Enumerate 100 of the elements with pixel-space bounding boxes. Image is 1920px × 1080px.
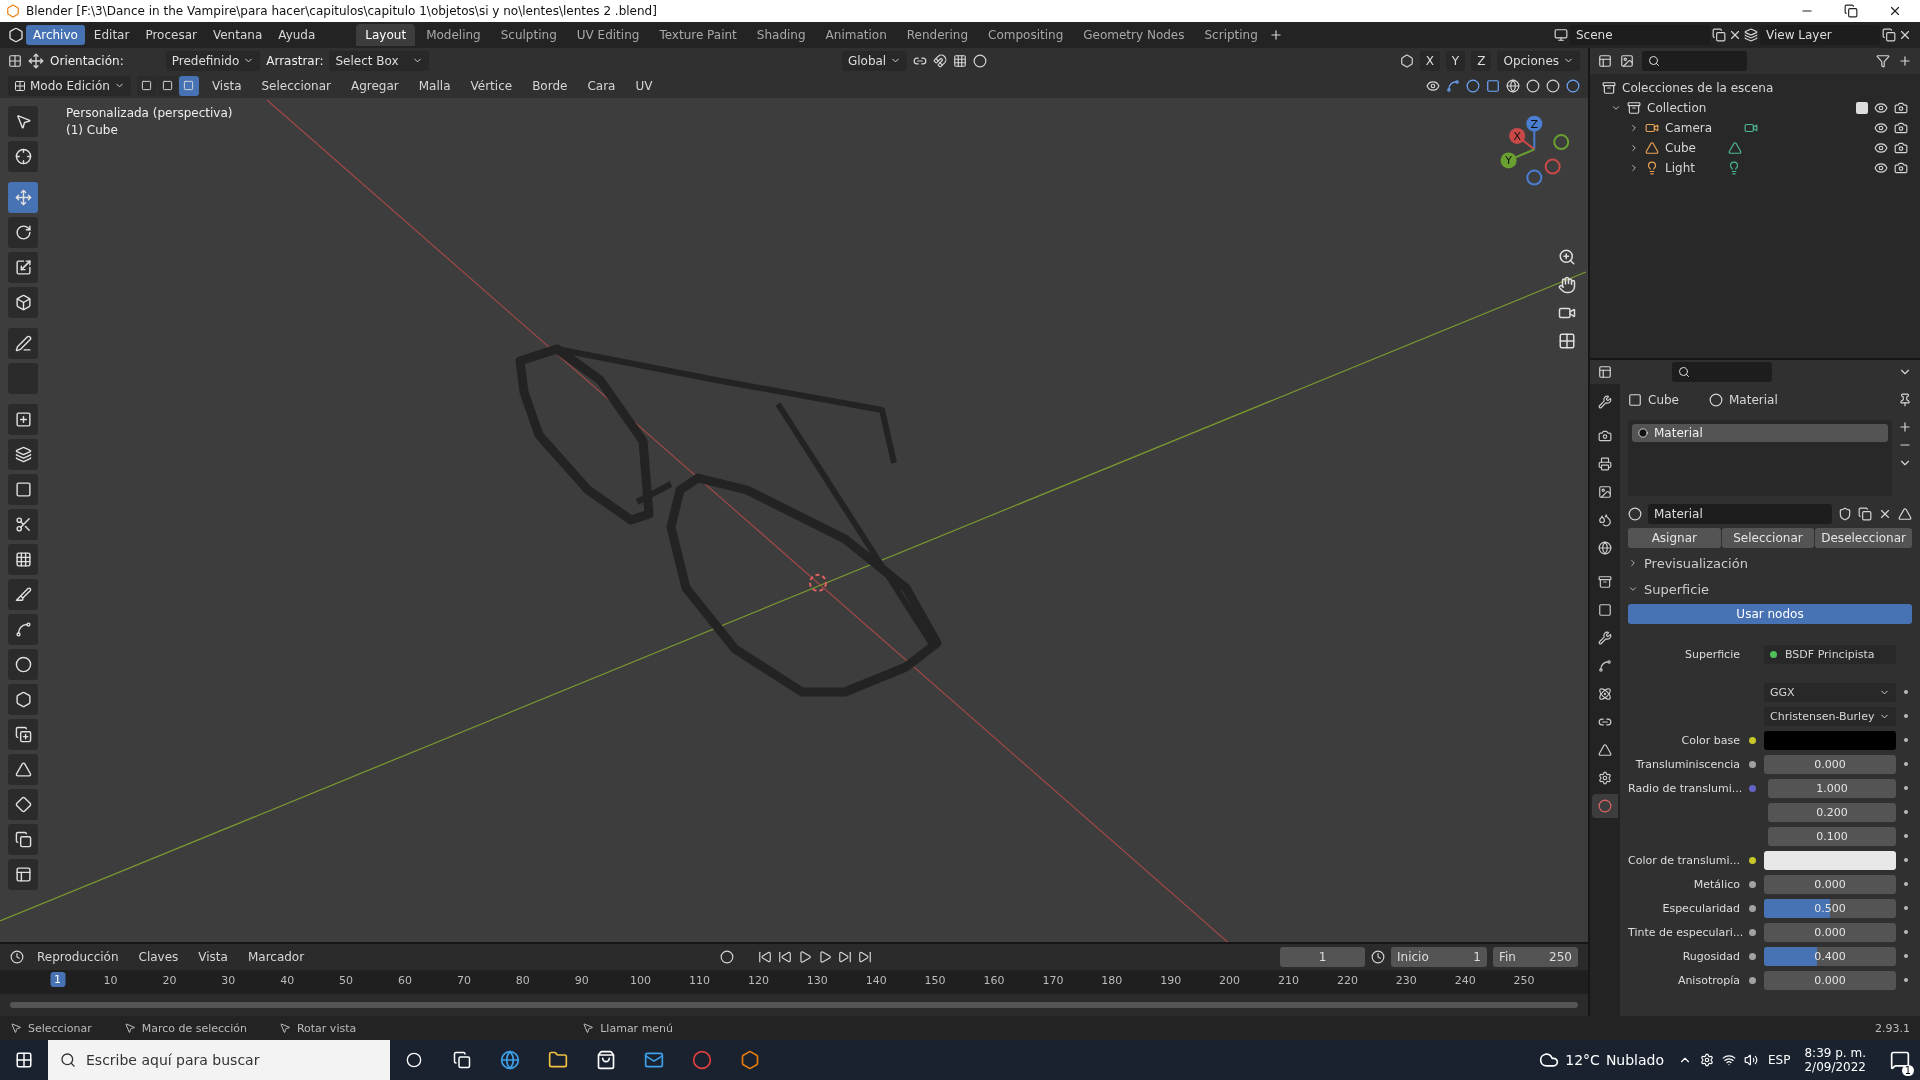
spin-tool-icon[interactable] [8, 649, 38, 680]
number-field[interactable]: 0.000 [1764, 970, 1896, 990]
panel-header[interactable]: Previsualización [1628, 552, 1912, 574]
socket-dot[interactable] [1748, 928, 1756, 936]
socket-dot[interactable] [1748, 880, 1756, 888]
move-tool-icon[interactable] [8, 182, 38, 213]
shrink-tool-icon[interactable] [8, 754, 38, 785]
shader-field[interactable]: BSDF Principista [1764, 644, 1896, 664]
knife-tool-icon[interactable] [8, 579, 38, 610]
mirror-axis-toggle[interactable]: X [1419, 50, 1440, 71]
viewport-menu[interactable]: Borde [525, 75, 575, 96]
number-field[interactable]: 0.200 [1768, 802, 1896, 822]
language-indicator[interactable]: ESP [1768, 1053, 1791, 1067]
socket-dot[interactable] [1748, 952, 1756, 960]
playhead[interactable]: 1 [50, 972, 65, 987]
transform-orientation-dropdown[interactable]: Global [841, 50, 908, 71]
shear-tool-icon[interactable] [8, 789, 38, 820]
number-field[interactable]: 0.000 [1764, 754, 1896, 774]
viewport-menu[interactable]: Vista [204, 75, 249, 96]
outliner-item[interactable]: Collection [1647, 101, 1707, 115]
material-name-field[interactable]: Material [1648, 504, 1832, 524]
loop-cut-tool-icon[interactable] [8, 544, 38, 575]
timeline-menu[interactable]: Reproducción [30, 947, 126, 967]
workspace-tab[interactable]: Scripting [1195, 24, 1267, 46]
search-field[interactable] [1672, 362, 1772, 382]
annotate-tool-icon[interactable] [8, 328, 38, 359]
select-mode-button[interactable] [136, 75, 157, 96]
options-dropdown[interactable]: Opciones [1497, 50, 1580, 71]
workspace-tab[interactable]: Geometry Nodes [1074, 24, 1194, 46]
viewport-menu[interactable]: Malla [411, 75, 458, 96]
pivot-dropdown[interactable]: Predefinido [165, 50, 261, 71]
end-frame-field[interactable]: Fin 250 [1493, 947, 1578, 967]
workspace-tab[interactable]: Rendering [897, 24, 978, 46]
scene-field[interactable]: Scene [1570, 25, 1710, 45]
number-field[interactable]: 0.100 [1768, 826, 1896, 846]
socket-dot[interactable] [1748, 976, 1756, 984]
timeline-menu[interactable]: Claves [131, 947, 186, 967]
viewport-menu[interactable]: UV [628, 75, 660, 96]
socket-dot[interactable] [1748, 760, 1756, 768]
checkbox[interactable] [1856, 102, 1868, 114]
start-frame-field[interactable]: Inicio 1 [1391, 947, 1487, 967]
menu-item[interactable]: Ayuda [271, 25, 323, 45]
outliner-item[interactable]: Colecciones de la escena [1622, 81, 1774, 95]
duplicate-tool-icon[interactable] [8, 824, 38, 855]
socket-dot[interactable] [1748, 904, 1756, 912]
menu-item[interactable]: Procesar [138, 25, 204, 45]
menu-item[interactable]: Archivo [26, 25, 85, 45]
timeline-menu[interactable]: Vista [191, 947, 235, 967]
mirror-axis-toggle[interactable]: Y [1445, 50, 1466, 71]
mode-dropdown[interactable]: Modo Edición [8, 75, 131, 96]
search-field[interactable] [1642, 51, 1747, 71]
workspace-tab[interactable]: Modeling [417, 24, 490, 46]
select-tool-icon[interactable] [8, 106, 38, 137]
timeline-menu[interactable]: Marcador [240, 947, 312, 967]
transform-tool-icon[interactable] [8, 287, 38, 318]
material-slot[interactable]: Material [1632, 424, 1888, 442]
socket-dot[interactable] [1748, 736, 1756, 744]
color-swatch[interactable] [1764, 850, 1896, 870]
socket-dot[interactable] [1748, 856, 1756, 864]
panel-header[interactable]: Superficie [1628, 578, 1912, 600]
mirror-axis-toggle[interactable]: Z [1471, 50, 1492, 71]
menu-item[interactable]: Editar [86, 25, 137, 45]
select-mode-button[interactable] [178, 75, 199, 96]
extrude-tool-icon[interactable] [8, 439, 38, 470]
viewport-menu[interactable]: Cara [580, 75, 623, 96]
color-swatch[interactable] [1764, 730, 1896, 750]
workspace-tab[interactable]: Texture Paint [650, 24, 746, 46]
slider-field[interactable]: 0.500 [1764, 898, 1896, 918]
workspace-tab[interactable]: Layout [356, 24, 416, 46]
scale-tool-icon[interactable] [8, 252, 38, 283]
view-layer-field[interactable]: View Layer [1760, 25, 1880, 45]
workspace-tab[interactable]: Shading [747, 24, 815, 46]
viewport-menu[interactable]: Vértice [463, 75, 520, 96]
workspace-tab[interactable]: Animation [816, 24, 896, 46]
material-action-button[interactable]: Deseleccionar [1815, 528, 1912, 548]
rip-tool-icon[interactable] [8, 859, 38, 890]
cursor-tool-icon[interactable] [8, 141, 38, 172]
workspace-tab[interactable]: Compositing [979, 24, 1073, 46]
viewport-menu[interactable]: Agregar [343, 75, 406, 96]
current-frame-field[interactable]: 1 [1280, 947, 1365, 967]
number-field[interactable]: 0.000 [1764, 922, 1896, 942]
socket-dot[interactable] [1748, 784, 1756, 792]
outliner-item[interactable]: Cube [1665, 141, 1696, 155]
dropdown[interactable]: Christensen-Burley [1764, 706, 1896, 726]
outliner-item[interactable]: Light [1665, 161, 1695, 175]
slide-tool-icon[interactable] [8, 719, 38, 750]
menu-item[interactable]: Ventana [205, 25, 270, 45]
poly-build-tool-icon[interactable] [8, 614, 38, 645]
select-mode-button[interactable] [157, 75, 178, 96]
workspace-tab[interactable]: UV Editing [567, 24, 649, 46]
bevel-tool-icon[interactable] [8, 509, 38, 540]
search-field[interactable]: Escribe aquí para buscar [48, 1040, 390, 1080]
number-field[interactable]: 1.000 [1768, 778, 1896, 798]
use-nodes-button[interactable]: Usar nodos [1628, 604, 1912, 624]
outliner-item[interactable]: Camera [1665, 121, 1713, 135]
smooth-tool-icon[interactable] [8, 684, 38, 715]
dropdown[interactable]: GGX [1764, 682, 1896, 702]
number-field[interactable]: 0.000 [1764, 874, 1896, 894]
drag-dropdown[interactable]: Select Box [329, 50, 430, 71]
inset-tool-icon[interactable] [8, 474, 38, 505]
